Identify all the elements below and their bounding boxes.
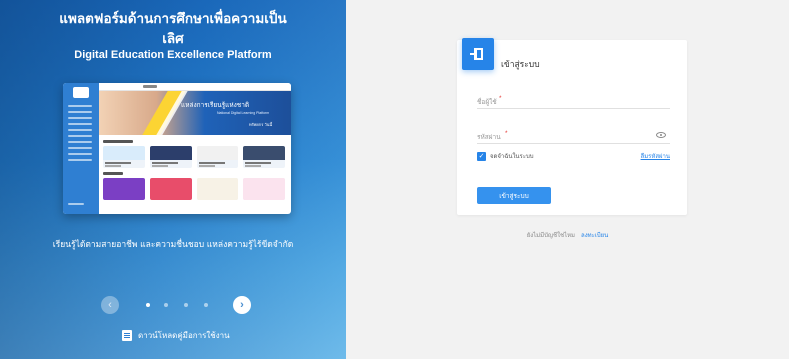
preview-topbar [99,83,291,91]
preview-menu-line [68,159,92,161]
promo-title-en: Digital Education Excellence Platform [74,49,272,61]
preview-tab [143,85,157,88]
carousel-dot-2[interactable] [164,303,168,307]
required-mark: * [505,130,508,137]
preview-banner-tag: ทรัพยกร วันนี้ [249,122,273,127]
promo-carousel: ‹ › [0,296,346,316]
login-panel: เข้าสู่ระบบ * * ✓ จดจำฉันในระบบ ลืมรหัสผ… [346,0,789,359]
carousel-prev-button[interactable]: ‹ [101,296,119,314]
signup-prompt: ยังไม่มีบัญชีใช่ไหม ลงทะเบียน [346,230,789,240]
login-card: เข้าสู่ระบบ * * ✓ จดจำฉันในระบบ ลืมรหัสผ… [457,38,687,215]
promo-caption: เรียนรู้ได้ตามสายอาชีพ และความชื่นชอบ แห… [52,240,294,250]
carousel-dot-1[interactable] [146,303,150,307]
document-icon [122,330,132,341]
platform-preview-image: แหล่งการเรียนรู้แห่งชาติ National Digita… [63,83,291,214]
download-manual-link[interactable]: ดาวน์โหลดคู่มือการใช้งาน [122,329,230,342]
download-manual-label: ดาวน์โหลดคู่มือการใช้งาน [138,331,230,340]
username-field[interactable]: * [477,91,670,111]
preview-menu-line [68,111,92,113]
signup-link[interactable]: ลงทะเบียน [581,232,608,239]
preview-menu-line [68,135,92,137]
carousel-next-button[interactable]: › [233,296,251,314]
preview-banner: แหล่งการเรียนรู้แห่งชาติ National Digita… [99,91,291,135]
preview-menu-line [68,105,92,107]
preview-menu-line [68,129,92,131]
preview-card-row [103,178,285,200]
promo-title-th-line1: แพลตฟอร์มด้านการศึกษาเพื่อความเป็น [59,11,287,27]
preview-card [103,146,145,168]
remember-me-checkbox[interactable]: ✓ จดจำฉันในระบบ [477,151,534,161]
preview-card [243,146,285,168]
preview-section-heading [103,140,133,143]
eye-icon[interactable] [656,132,666,138]
preview-menu-line [68,117,92,119]
signup-prompt-text: ยังไม่มีบัญชีใช่ไหม [526,232,576,239]
required-mark: * [499,95,502,102]
preview-card [196,146,239,168]
remember-me-label: จดจำฉันในระบบ [490,153,534,160]
preview-card [149,146,192,168]
promo-title-th-line2: เลิศ [162,31,184,47]
preview-menu-line [68,147,92,149]
preview-banner-subtitle: National Digital Learning Platform [217,111,270,115]
password-field[interactable]: * [477,126,670,146]
preview-logo [73,87,89,98]
preview-card [196,178,239,200]
preview-card-row [103,146,285,168]
forgot-password-link[interactable]: ลืมรหัสผ่าน [641,151,670,161]
login-door-icon [462,38,494,70]
username-input[interactable] [477,93,670,111]
preview-card [149,178,192,200]
promo-panel: แพลตฟอร์มด้านการศึกษาเพื่อความเป็น เลิศ … [0,0,346,359]
login-submit-button[interactable]: เข้าสู่ระบบ [477,187,551,204]
checkbox-checked-icon[interactable]: ✓ [477,151,486,161]
carousel-dot-3[interactable] [184,303,188,307]
preview-menu-line [68,203,84,205]
carousel-dot-4[interactable] [204,303,208,307]
preview-menu-line [68,153,92,155]
preview-section-heading [103,172,123,175]
login-title: เข้าสู่ระบบ [501,60,540,70]
preview-card [103,178,145,200]
preview-menu-line [68,141,92,143]
preview-banner-title: แหล่งการเรียนรู้แห่งชาติ [181,101,250,109]
preview-card [243,178,285,200]
preview-sidebar [63,83,99,214]
preview-menu-line [68,123,92,125]
